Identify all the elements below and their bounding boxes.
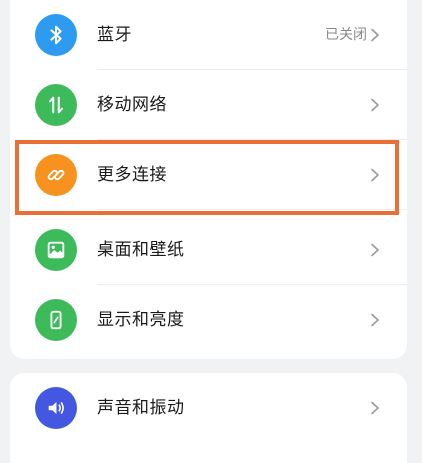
settings-item-desktop-wallpaper[interactable]: 桌面和壁纸 bbox=[10, 215, 407, 285]
sound-icon bbox=[35, 387, 77, 429]
settings-item-label: 声音和振动 bbox=[97, 398, 185, 418]
bluetooth-status: 已关闭 bbox=[325, 27, 367, 43]
settings-group-sound: 声音和振动 bbox=[10, 373, 407, 463]
bluetooth-icon bbox=[35, 14, 77, 56]
settings-item-label: 更多连接 bbox=[97, 165, 167, 185]
settings-item-more-connections[interactable]: 更多连接 bbox=[10, 140, 407, 210]
settings-item-label: 显示和亮度 bbox=[97, 310, 185, 330]
wallpaper-icon bbox=[35, 229, 77, 271]
settings-item-label: 桌面和壁纸 bbox=[97, 240, 185, 260]
settings-group-connectivity-display: 蓝牙 已关闭 移动网络 更多连接 桌面和壁纸 显示和亮度 bbox=[10, 0, 407, 359]
chevron-right-icon bbox=[371, 313, 379, 327]
chevron-right-icon bbox=[371, 98, 379, 112]
link-icon bbox=[35, 154, 77, 196]
display-icon bbox=[35, 299, 77, 341]
settings-item-sound-vibration[interactable]: 声音和振动 bbox=[10, 373, 407, 443]
settings-item-mobile-network[interactable]: 移动网络 bbox=[10, 70, 407, 140]
chevron-right-icon bbox=[371, 168, 379, 182]
settings-item-label: 蓝牙 bbox=[97, 25, 132, 45]
settings-item-label: 移动网络 bbox=[97, 95, 167, 115]
chevron-right-icon bbox=[371, 28, 379, 42]
chevron-right-icon bbox=[371, 243, 379, 257]
divider bbox=[97, 209, 407, 210]
settings-item-bluetooth[interactable]: 蓝牙 已关闭 bbox=[10, 0, 407, 70]
mobile-data-icon bbox=[35, 84, 77, 126]
settings-item-display-brightness[interactable]: 显示和亮度 bbox=[10, 285, 407, 355]
chevron-right-icon bbox=[371, 401, 379, 415]
